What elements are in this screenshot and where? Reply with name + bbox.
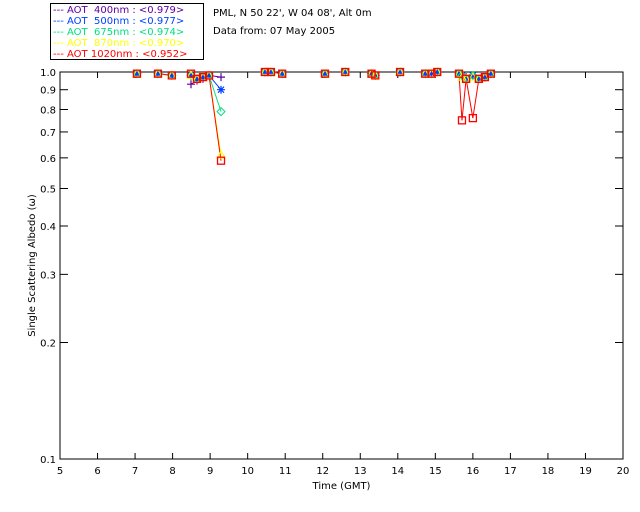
x-tick-label: 15 xyxy=(429,466,442,477)
y-tick-label: 0.6 xyxy=(40,154,56,165)
x-tick-label: 9 xyxy=(207,466,213,477)
x-axis-label: Time (GMT) xyxy=(312,481,371,492)
data-point-plus xyxy=(217,73,226,82)
y-tick-label: 0.7 xyxy=(40,128,56,139)
x-tick-label: 6 xyxy=(94,466,100,477)
y-tick-label: 0.4 xyxy=(40,222,56,233)
y-tick-label: 0.1 xyxy=(40,455,56,466)
x-tick-label: 10 xyxy=(241,466,254,477)
series-segment xyxy=(458,73,463,121)
x-tick-label: 5 xyxy=(57,466,63,477)
chart-window: --- AOT 400nm : <0.979> --- AOT 500nm : <… xyxy=(0,0,640,512)
x-tick-label: 14 xyxy=(391,466,404,477)
x-tick-label: 17 xyxy=(504,466,517,477)
y-tick-label: 0.5 xyxy=(40,184,56,195)
x-tick-label: 16 xyxy=(466,466,479,477)
axes-frame xyxy=(59,71,624,460)
series-segment xyxy=(465,78,474,119)
series-segment xyxy=(208,75,222,112)
y-tick-label: 0.2 xyxy=(40,339,56,350)
y-tick-label: 0.8 xyxy=(40,106,56,117)
y-tick-label: 1.0 xyxy=(40,68,56,79)
x-tick-label: 7 xyxy=(132,466,138,477)
x-tick-label: 12 xyxy=(316,466,329,477)
x-tick-label: 11 xyxy=(279,466,292,477)
y-tick-label: 0.9 xyxy=(40,86,56,97)
x-tick-label: 20 xyxy=(617,466,630,477)
series-segment xyxy=(472,78,480,119)
x-tick-label: 13 xyxy=(354,466,367,477)
series-segment xyxy=(461,78,467,121)
x-tick-label: 8 xyxy=(169,466,175,477)
x-tick-label: 19 xyxy=(579,466,592,477)
data-point-asterisk xyxy=(217,85,226,94)
x-tick-label: 18 xyxy=(542,466,555,477)
y-tick-label: 0.3 xyxy=(40,270,56,281)
y-axis-label: Single Scattering Albedo (ω) xyxy=(27,194,38,337)
plot-area: 5 6 7 8 9 10 11 12 13 14 15 16 17 18 19 20 0.1 0.2 0.3 0.4 0… xyxy=(27,66,630,492)
